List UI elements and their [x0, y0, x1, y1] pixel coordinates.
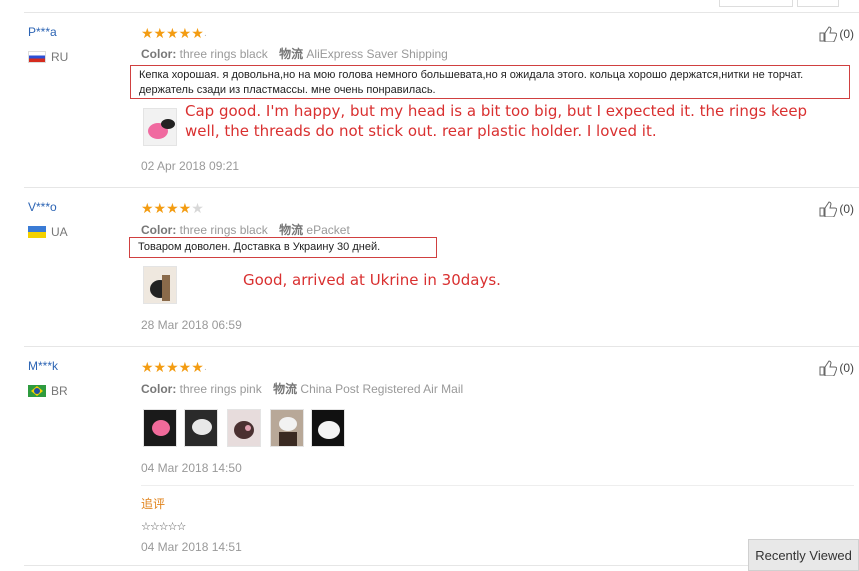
order-info: Color: three rings black 物流 ePacket: [141, 223, 350, 237]
review-photo[interactable]: [184, 409, 218, 447]
followup-label: 追评: [141, 497, 166, 511]
recently-viewed-button[interactable]: Recently Viewed: [748, 539, 859, 571]
reviewer-country: RU: [28, 50, 68, 64]
country-code: BR: [51, 384, 68, 398]
rating-stars: ★★★★★·: [141, 25, 208, 41]
followup-divider: [141, 485, 854, 486]
filter-dropdown-edge[interactable]: [797, 0, 839, 7]
russia-flag-icon: [28, 51, 46, 63]
order-info: Color: three rings black 物流 AliExpress S…: [141, 47, 448, 61]
color-value: three rings black: [179, 47, 268, 61]
thumbs-up-icon: [819, 201, 838, 217]
helpful-count: (0): [839, 27, 854, 41]
review-photo[interactable]: [143, 409, 177, 447]
sort-dropdown-edge[interactable]: [719, 0, 793, 7]
shipping-label: 物流: [279, 47, 304, 61]
review-photo[interactable]: [227, 409, 261, 447]
brazil-flag-icon: [28, 385, 46, 397]
reviewer-country: UA: [28, 225, 68, 239]
rating-stars: ★★★★★: [141, 201, 204, 215]
followup-stars: ☆☆☆☆☆: [141, 521, 186, 533]
helpful-button[interactable]: (0): [819, 360, 854, 376]
thumbs-up-icon: [819, 26, 838, 42]
helpful-count: (0): [839, 202, 854, 216]
review-photo[interactable]: [143, 266, 177, 304]
translation-annotation: Good, arrived at Ukrine in 30days.: [243, 271, 501, 289]
empty-star-icon: ★: [191, 200, 204, 216]
review-text: Товаром доволен. Доставка в Украину 30 д…: [129, 237, 437, 258]
review-divider: [24, 346, 859, 347]
star-icon: ★★★★★: [141, 25, 204, 41]
reviewer-name[interactable]: V***o: [28, 200, 57, 214]
helpful-count: (0): [839, 361, 854, 375]
followup-date: 04 Mar 2018 14:51: [141, 540, 242, 554]
helpful-button[interactable]: (0): [819, 201, 854, 217]
reviewer-name[interactable]: M***k: [28, 359, 58, 373]
rating-stars: ★★★★★·: [141, 359, 208, 375]
review-photo[interactable]: [270, 409, 304, 447]
reviewer-name[interactable]: P***a: [28, 25, 57, 39]
shipping-value: China Post Registered Air Mail: [300, 382, 464, 396]
shipping-label: 物流: [273, 382, 298, 396]
review-divider: [24, 565, 859, 566]
ukraine-flag-icon: [28, 226, 46, 238]
review-date: 02 Apr 2018 09:21: [141, 159, 240, 173]
star-icon: ★★★★: [141, 200, 192, 216]
color-value: three rings pink: [179, 382, 262, 396]
review-date: 28 Mar 2018 06:59: [141, 318, 242, 332]
translation-annotation: Cap good. I'm happy, but my head is a bi…: [185, 102, 808, 140]
shipping-value: ePacket: [306, 223, 350, 237]
review-date: 04 Mar 2018 14:50: [141, 461, 242, 475]
review-divider: [24, 12, 859, 13]
photo-cap-black: [144, 267, 176, 303]
color-value: three rings black: [179, 223, 268, 237]
thumbs-up-icon: [819, 360, 838, 376]
order-info: Color: three rings pink 物流 China Post Re…: [141, 382, 464, 396]
shipping-label: 物流: [279, 223, 304, 237]
review-text: Кепка хорошая. я довольна,но на мою голо…: [130, 65, 850, 99]
star-icon: ★★★★★: [141, 359, 204, 375]
photo-cap-pink: [144, 109, 176, 145]
review-divider: [24, 187, 859, 188]
review-photo[interactable]: [311, 409, 345, 447]
helpful-button[interactable]: (0): [819, 26, 854, 42]
reviewer-country: BR: [28, 384, 68, 398]
shipping-value: AliExpress Saver Shipping: [306, 47, 448, 61]
country-code: RU: [51, 50, 69, 64]
review-photo[interactable]: [143, 108, 177, 146]
country-code: UA: [51, 225, 68, 239]
